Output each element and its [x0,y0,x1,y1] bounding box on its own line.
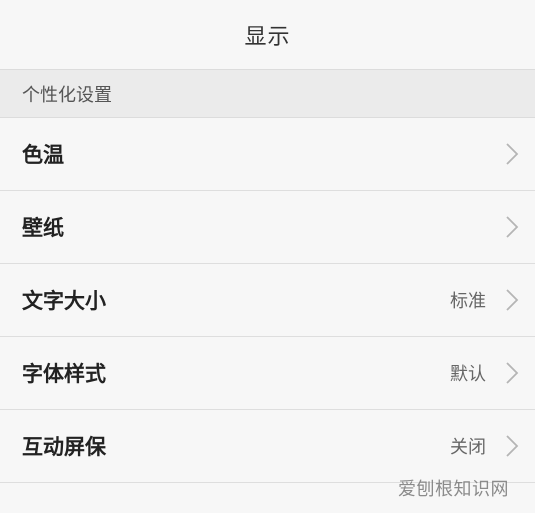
settings-list: 色温 壁纸 文字大小 标准 字体样式 默认 互动屏保 关闭 [0,118,535,513]
setting-label: 色温 [22,143,64,167]
setting-label: 字体样式 [22,362,106,386]
chevron-right-icon [506,362,519,384]
setting-row-interactive-screensaver[interactable]: 互动屏保 关闭 [0,410,535,483]
setting-label: 文字大小 [22,289,106,313]
chevron-right-icon [506,216,519,238]
chevron-right-icon [506,143,519,165]
setting-row-text-size[interactable]: 文字大小 标准 [0,264,535,337]
watermark-text: 爱刨根知识网 [398,479,509,500]
setting-row-font-style[interactable]: 字体样式 默认 [0,337,535,410]
setting-value: 关闭 [450,437,486,458]
setting-row-color-temperature[interactable]: 色温 [0,118,535,191]
setting-row-wallpaper[interactable]: 壁纸 [0,191,535,264]
setting-label: 壁纸 [22,216,64,240]
section-title: 个性化设置 [22,84,112,106]
section-header-personalization: 个性化设置 [0,70,535,118]
title-bar: 显示 [0,0,535,70]
page-title: 显示 [244,24,291,50]
chevron-right-icon [506,435,519,457]
setting-value: 默认 [450,364,486,385]
setting-value: 标准 [450,291,486,312]
chevron-right-icon [506,289,519,311]
setting-label: 互动屏保 [22,435,106,459]
